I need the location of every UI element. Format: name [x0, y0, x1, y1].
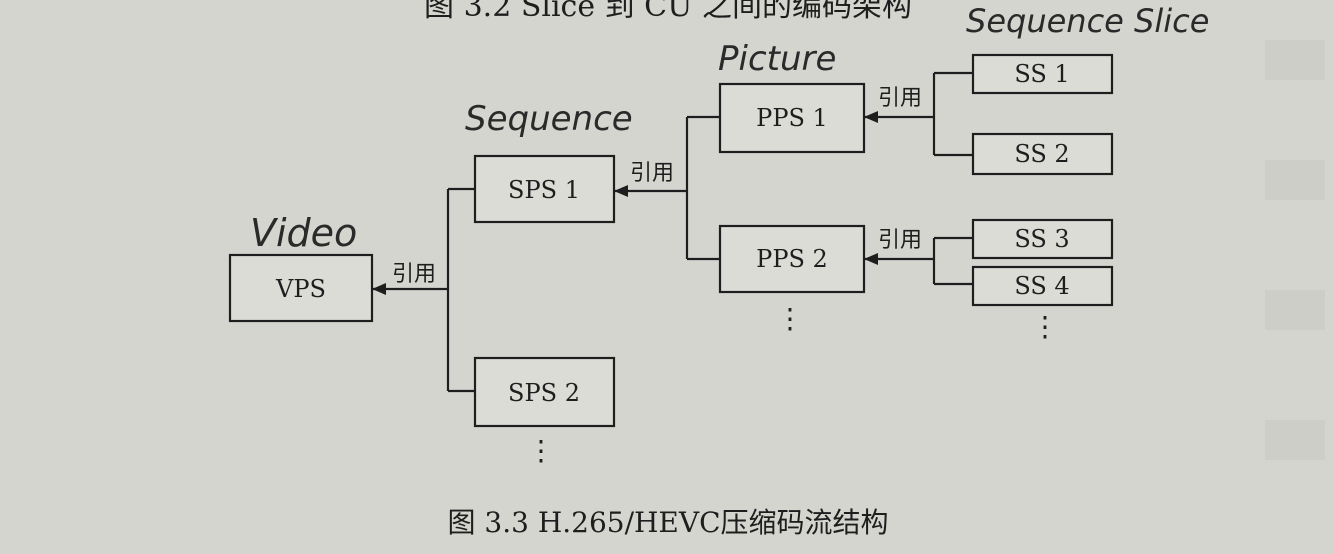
- handwritten-video: Video: [250, 211, 357, 255]
- handwritten-sequence-slice: Sequence Slice: [966, 2, 1209, 40]
- edge-label-sps1: 引用: [630, 161, 674, 186]
- vps-label: VPS: [275, 275, 326, 303]
- ss4-label: SS 4: [1014, 272, 1069, 300]
- hevc-bitstream-diagram: 图 3.2 Slice 到 CU 之间的编码架构 Video Sequence …: [0, 0, 1334, 554]
- ss-continuation: ⋮: [1031, 310, 1059, 343]
- edge-label-pps2: 引用: [878, 228, 922, 253]
- edge-label-vps: 引用: [392, 262, 436, 287]
- pps-continuation: ⋮: [776, 302, 804, 335]
- handwritten-sequence: Sequence: [465, 99, 633, 139]
- edge-label-pps1: 引用: [878, 86, 922, 111]
- pps2-label: PPS 2: [756, 245, 828, 273]
- sps1-label: SPS 1: [508, 176, 580, 204]
- sps-continuation: ⋮: [527, 434, 555, 467]
- handwritten-picture: Picture: [718, 39, 836, 79]
- page-background: [0, 0, 1334, 554]
- ss1-label: SS 1: [1014, 60, 1069, 88]
- top-caption: 图 3.2 Slice 到 CU 之间的编码架构: [424, 0, 912, 24]
- sps2-label: SPS 2: [508, 379, 580, 407]
- pps1-label: PPS 1: [756, 104, 828, 132]
- ss3-label: SS 3: [1014, 225, 1069, 253]
- ss2-label: SS 2: [1014, 140, 1069, 168]
- bottom-caption: 图 3.3 H.265/HEVC压缩码流结构: [447, 506, 888, 539]
